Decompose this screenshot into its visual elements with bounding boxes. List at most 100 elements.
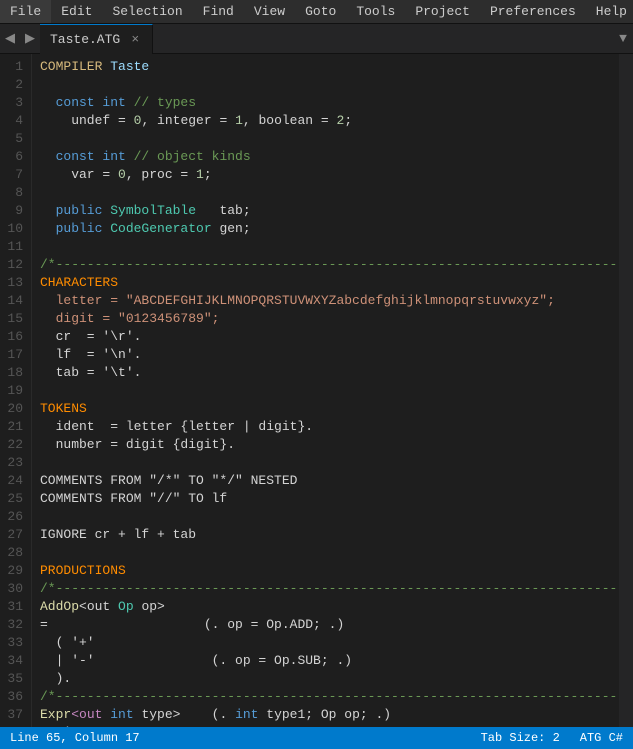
menu-item-tools[interactable]: Tools: [346, 0, 405, 23]
editor-container: 1234567891011121314151617181920212223242…: [0, 54, 633, 727]
editor-tab[interactable]: Taste.ATG ×: [40, 24, 153, 54]
line-number: 9: [4, 202, 23, 220]
code-line: COMPILER Taste: [40, 58, 611, 76]
line-number: 21: [4, 418, 23, 436]
line-number: 13: [4, 274, 23, 292]
line-number: 2: [4, 76, 23, 94]
code-line: PRODUCTIONS: [40, 562, 611, 580]
line-number: 11: [4, 238, 23, 256]
tab-next-button[interactable]: ▶: [20, 24, 40, 54]
code-line: /*--------------------------------------…: [40, 256, 611, 274]
line-number: 35: [4, 670, 23, 688]
code-line: lf = '\n'.: [40, 346, 611, 364]
line-number: 25: [4, 490, 23, 508]
code-line: [40, 130, 611, 148]
code-line: [40, 382, 611, 400]
code-line: /*--------------------------------------…: [40, 688, 611, 706]
line-number: 3: [4, 94, 23, 112]
cursor-position: Line 65, Column 17: [10, 731, 140, 745]
line-number: 34: [4, 652, 23, 670]
statusbar: Line 65, Column 17 Tab Size: 2 ATG C#: [0, 727, 633, 749]
code-line: public CodeGenerator gen;: [40, 220, 611, 238]
scrollbar-right[interactable]: [619, 54, 633, 727]
line-number: 6: [4, 148, 23, 166]
code-line: ident = letter {letter | digit}.: [40, 418, 611, 436]
code-line: AddOp<out Op op>: [40, 598, 611, 616]
line-number: 32: [4, 616, 23, 634]
line-number: 17: [4, 346, 23, 364]
code-line: CHARACTERS: [40, 274, 611, 292]
code-line: var = 0, proc = 1;: [40, 166, 611, 184]
menu-item-selection[interactable]: Selection: [102, 0, 192, 23]
line-number: 31: [4, 598, 23, 616]
line-number: 16: [4, 328, 23, 346]
line-number: 29: [4, 562, 23, 580]
line-number: 33: [4, 634, 23, 652]
code-line: [40, 238, 611, 256]
line-number: 20: [4, 400, 23, 418]
menu-item-edit[interactable]: Edit: [51, 0, 102, 23]
code-line: /*--------------------------------------…: [40, 580, 611, 598]
line-numbers: 1234567891011121314151617181920212223242…: [0, 54, 32, 727]
code-line: | '-' (. op = Op.SUB; .): [40, 652, 611, 670]
code-line: number = digit {digit}.: [40, 436, 611, 454]
tabbar: ◀ ▶ Taste.ATG × ▼: [0, 24, 633, 54]
code-line: [40, 544, 611, 562]
code-line: TOKENS: [40, 400, 611, 418]
code-line: ( '+': [40, 634, 611, 652]
line-number: 37: [4, 706, 23, 724]
code-line: [40, 454, 611, 472]
code-line: Expr<out int type> (. int type1; Op op; …: [40, 706, 611, 724]
code-line: const int // object kinds: [40, 148, 611, 166]
code-line: COMMENTS FROM "//" TO lf: [40, 490, 611, 508]
line-number: 22: [4, 436, 23, 454]
tab-prev-button[interactable]: ◀: [0, 24, 20, 54]
line-number: 18: [4, 364, 23, 382]
line-number: 26: [4, 508, 23, 526]
code-line: [40, 508, 611, 526]
line-number: 7: [4, 166, 23, 184]
line-number: 12: [4, 256, 23, 274]
tab-dropdown-button[interactable]: ▼: [613, 24, 633, 54]
code-line: const int // types: [40, 94, 611, 112]
line-number: 19: [4, 382, 23, 400]
line-number: 8: [4, 184, 23, 202]
tab-size: Tab Size: 2: [481, 731, 560, 745]
line-number: 4: [4, 112, 23, 130]
code-line: ).: [40, 670, 611, 688]
code-line: undef = 0, integer = 1, boolean = 2;: [40, 112, 611, 130]
line-number: 24: [4, 472, 23, 490]
code-line: tab = '\t'.: [40, 364, 611, 382]
line-number: 27: [4, 526, 23, 544]
menu-item-preferences[interactable]: Preferences: [480, 0, 586, 23]
line-number: 1: [4, 58, 23, 76]
line-number: 15: [4, 310, 23, 328]
line-number: 36: [4, 688, 23, 706]
line-number: 23: [4, 454, 23, 472]
menu-item-find[interactable]: Find: [193, 0, 244, 23]
line-number: 30: [4, 580, 23, 598]
code-line: public SymbolTable tab;: [40, 202, 611, 220]
line-number: 5: [4, 130, 23, 148]
menu-item-project[interactable]: Project: [405, 0, 480, 23]
line-number: 14: [4, 292, 23, 310]
menu-item-file[interactable]: File: [0, 0, 51, 23]
code-line: digit = "0123456789";: [40, 310, 611, 328]
code-area[interactable]: COMPILER Taste const int // types undef …: [32, 54, 619, 727]
code-line: letter = "ABCDEFGHIJKLMNOPQRSTUVWXYZabcd…: [40, 292, 611, 310]
code-line: IGNORE cr + lf + tab: [40, 526, 611, 544]
tab-close-button[interactable]: ×: [128, 32, 142, 46]
menubar: FileEditSelectionFindViewGotoToolsProjec…: [0, 0, 633, 24]
code-line: [40, 184, 611, 202]
menu-item-view[interactable]: View: [244, 0, 295, 23]
code-line: = (. op = Op.ADD; .): [40, 616, 611, 634]
code-line: [40, 76, 611, 94]
line-number: 28: [4, 544, 23, 562]
code-line: cr = '\r'.: [40, 328, 611, 346]
code-line: COMMENTS FROM "/*" TO "*/" NESTED: [40, 472, 611, 490]
language-mode: ATG C#: [580, 731, 623, 745]
menu-item-goto[interactable]: Goto: [295, 0, 346, 23]
tab-title: Taste.ATG: [50, 32, 120, 47]
line-number: 10: [4, 220, 23, 238]
menu-item-help[interactable]: Help: [586, 0, 633, 23]
